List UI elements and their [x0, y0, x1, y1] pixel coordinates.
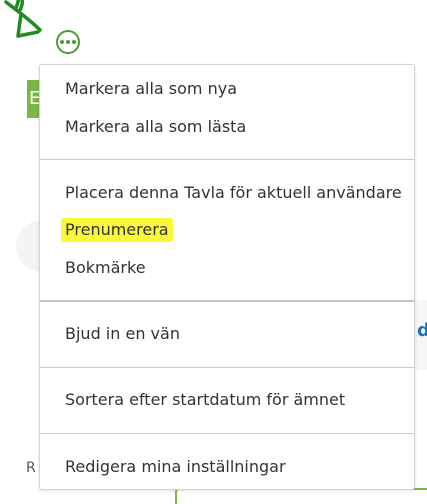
- annotation-arrow-icon: [4, 0, 42, 38]
- menu-item-sort-by-start-date[interactable]: Sortera efter startdatum för ämnet: [65, 388, 345, 412]
- menu-item-place-board[interactable]: Placera denna Tavla för aktuell användar…: [65, 181, 402, 205]
- menu-divider: [40, 367, 414, 368]
- more-horizontal-icon: [60, 40, 64, 44]
- menu-item-subscribe[interactable]: Prenumerera: [61, 218, 173, 242]
- menu-item-mark-all-new[interactable]: Markera alla som nya: [65, 77, 237, 101]
- background-input-edge: [175, 488, 427, 504]
- background-text-fragment: R: [26, 460, 36, 476]
- menu-item-mark-all-read[interactable]: Markera alla som lästa: [65, 115, 246, 139]
- menu-divider: [40, 433, 414, 434]
- menu-divider: [40, 300, 414, 302]
- menu-divider: [40, 159, 414, 160]
- background-link-fragment: d: [417, 320, 427, 341]
- options-button[interactable]: [56, 30, 80, 54]
- options-dropdown-menu: Markera alla som nya Markera alla som lä…: [39, 64, 415, 490]
- menu-item-edit-settings[interactable]: Redigera mina inställningar: [65, 455, 286, 479]
- menu-item-bookmark[interactable]: Bokmärke: [65, 256, 146, 280]
- more-horizontal-icon-dot: [66, 40, 70, 44]
- menu-item-invite-friend[interactable]: Bjud in en vän: [65, 322, 180, 346]
- more-horizontal-icon-dot: [72, 40, 76, 44]
